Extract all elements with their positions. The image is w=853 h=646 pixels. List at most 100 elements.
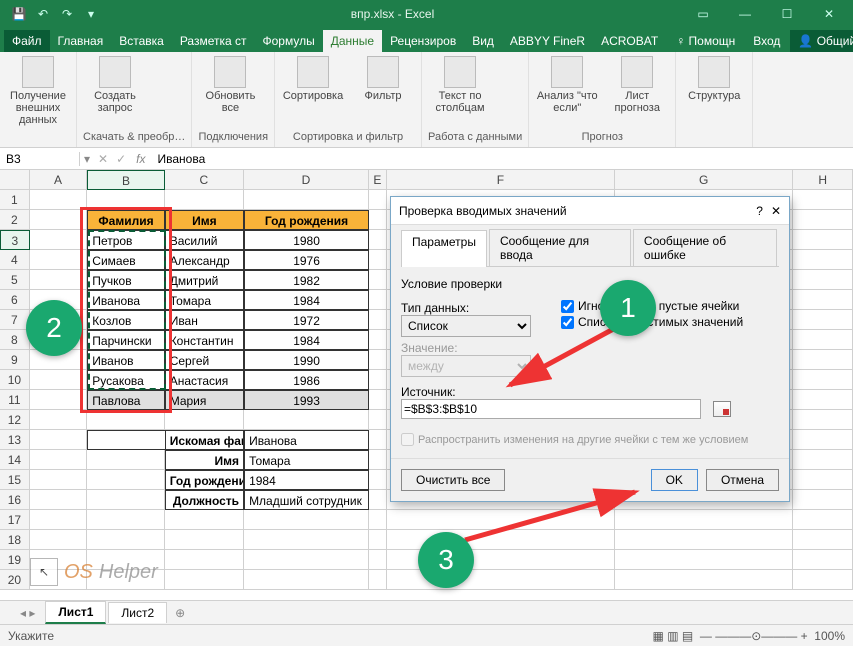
cell-D1[interactable] — [244, 190, 369, 210]
cell-H8[interactable] — [793, 330, 853, 350]
cell-E8[interactable] — [369, 330, 387, 350]
cell-H4[interactable] — [793, 250, 853, 270]
cell-E5[interactable] — [369, 270, 387, 290]
cell-D19[interactable] — [244, 550, 369, 570]
cell-A1[interactable] — [30, 190, 88, 210]
col-header-F[interactable]: F — [387, 170, 615, 190]
cell-H16[interactable] — [793, 490, 853, 510]
cell-C13[interactable]: Искомая фамилия — [165, 430, 244, 450]
cell-D4[interactable]: 1976 — [244, 250, 369, 270]
ribbon-сортировка[interactable]: Сортировка — [281, 56, 345, 102]
row-header-13[interactable]: 13 — [0, 430, 30, 450]
cell-D6[interactable]: 1984 — [244, 290, 369, 310]
cell-B1[interactable] — [87, 190, 164, 210]
cell-E18[interactable] — [369, 530, 387, 550]
fx-icon[interactable]: fx — [130, 152, 151, 166]
cell-D14[interactable]: Томара — [244, 450, 369, 470]
cell-B2[interactable]: Фамилия — [87, 210, 164, 230]
cell-E12[interactable] — [369, 410, 387, 430]
ok-button[interactable]: OK — [651, 469, 698, 491]
row-header-16[interactable]: 16 — [0, 490, 30, 510]
cell-C5[interactable]: Дмитрий — [165, 270, 244, 290]
cell-B16[interactable] — [87, 490, 164, 510]
cell-B7[interactable]: Козлов — [87, 310, 164, 330]
cell-E6[interactable] — [369, 290, 387, 310]
save-icon[interactable]: 💾 — [8, 3, 30, 25]
cell-H13[interactable] — [793, 430, 853, 450]
tab-вставка[interactable]: Вставка — [111, 30, 172, 52]
cell-C11[interactable]: Мария — [165, 390, 244, 410]
cell-H11[interactable] — [793, 390, 853, 410]
tab-abbyy finer[interactable]: ABBYY FineR — [502, 30, 593, 52]
row-header-18[interactable]: 18 — [0, 530, 30, 550]
col-header-H[interactable]: H — [793, 170, 853, 190]
zoom-controls[interactable]: ▦ ▥ ▤ — ———⊙——— + 100% — [653, 629, 846, 643]
cell-C19[interactable] — [165, 550, 244, 570]
cell-D8[interactable]: 1984 — [244, 330, 369, 350]
cell-B8[interactable]: Парчински — [87, 330, 164, 350]
cell-E15[interactable] — [369, 470, 387, 490]
tab-помощн[interactable]: ♀ Помощн — [668, 30, 743, 52]
cell-E7[interactable] — [369, 310, 387, 330]
cell-A10[interactable] — [30, 370, 88, 390]
cell-C1[interactable] — [165, 190, 244, 210]
row-header-10[interactable]: 10 — [0, 370, 30, 390]
ribbon-структура[interactable]: Структура — [682, 56, 746, 102]
cell-H6[interactable] — [793, 290, 853, 310]
cell-A14[interactable] — [30, 450, 88, 470]
sheet-nav-icon[interactable]: ◂ ▸ — [20, 606, 35, 620]
tab-рецензиров[interactable]: Рецензиров — [382, 30, 464, 52]
cell-E13[interactable] — [369, 430, 387, 450]
cancel-formula-icon[interactable]: ✕ — [94, 152, 112, 166]
cell-D20[interactable] — [244, 570, 369, 590]
cell-D2[interactable]: Год рождения — [244, 210, 369, 230]
cell-E9[interactable] — [369, 350, 387, 370]
ribbon-лист-прогноза[interactable]: Лист прогноза — [605, 56, 669, 114]
cell-D7[interactable]: 1972 — [244, 310, 369, 330]
sheet-tab-Лист1[interactable]: Лист1 — [45, 601, 106, 624]
source-input[interactable] — [401, 399, 701, 419]
tab-формулы[interactable]: Формулы — [255, 30, 323, 52]
cell-B14[interactable] — [87, 450, 164, 470]
tab-файл[interactable]: Файл — [4, 30, 50, 52]
view-layout-icon[interactable]: ▥ — [667, 629, 678, 643]
cell-C2[interactable]: Имя — [165, 210, 244, 230]
cell-D18[interactable] — [244, 530, 369, 550]
row-header-12[interactable]: 12 — [0, 410, 30, 430]
dialog-close-icon[interactable]: ✕ — [771, 204, 781, 218]
cell-E4[interactable] — [369, 250, 387, 270]
cell-B4[interactable]: Симаев — [87, 250, 164, 270]
cell-E3[interactable] — [369, 230, 387, 250]
cell-C18[interactable] — [165, 530, 244, 550]
cell-B17[interactable] — [87, 510, 164, 530]
cell-C14[interactable]: Имя — [165, 450, 244, 470]
cell-C9[interactable]: Сергей — [165, 350, 244, 370]
tab-главная[interactable]: Главная — [50, 30, 112, 52]
ribbon-получение-внешних-данных[interactable]: Получение внешних данных — [6, 56, 70, 126]
cell-B6[interactable]: Иванова — [87, 290, 164, 310]
cell-D15[interactable]: 1984 — [244, 470, 369, 490]
ribbon-opts-icon[interactable]: ▭ — [683, 0, 723, 28]
cell-E2[interactable] — [369, 210, 387, 230]
dialog-help-icon[interactable]: ? — [756, 204, 763, 218]
cell-H12[interactable] — [793, 410, 853, 430]
cell-B10[interactable]: Русакова — [87, 370, 164, 390]
tab-вход[interactable]: Вход — [745, 30, 788, 52]
cell-B12[interactable] — [87, 410, 164, 430]
row-header-8[interactable]: 8 — [0, 330, 30, 350]
cell-B9[interactable]: Иванов — [87, 350, 164, 370]
cell-C15[interactable]: Год рождения — [165, 470, 244, 490]
cell-A16[interactable] — [30, 490, 88, 510]
cell-B3[interactable]: Петров — [87, 230, 164, 250]
cell-D16[interactable]: Младший сотрудник — [244, 490, 369, 510]
cell-A11[interactable] — [30, 390, 88, 410]
name-box[interactable] — [0, 152, 80, 166]
row-header-17[interactable]: 17 — [0, 510, 30, 530]
row-header-3[interactable]: 3 — [0, 230, 30, 250]
cell-E16[interactable] — [369, 490, 387, 510]
col-header-B[interactable]: B — [87, 170, 164, 190]
row-header-1[interactable]: 1 — [0, 190, 30, 210]
cell-D12[interactable] — [244, 410, 369, 430]
row-header-11[interactable]: 11 — [0, 390, 30, 410]
row-header-2[interactable]: 2 — [0, 210, 30, 230]
